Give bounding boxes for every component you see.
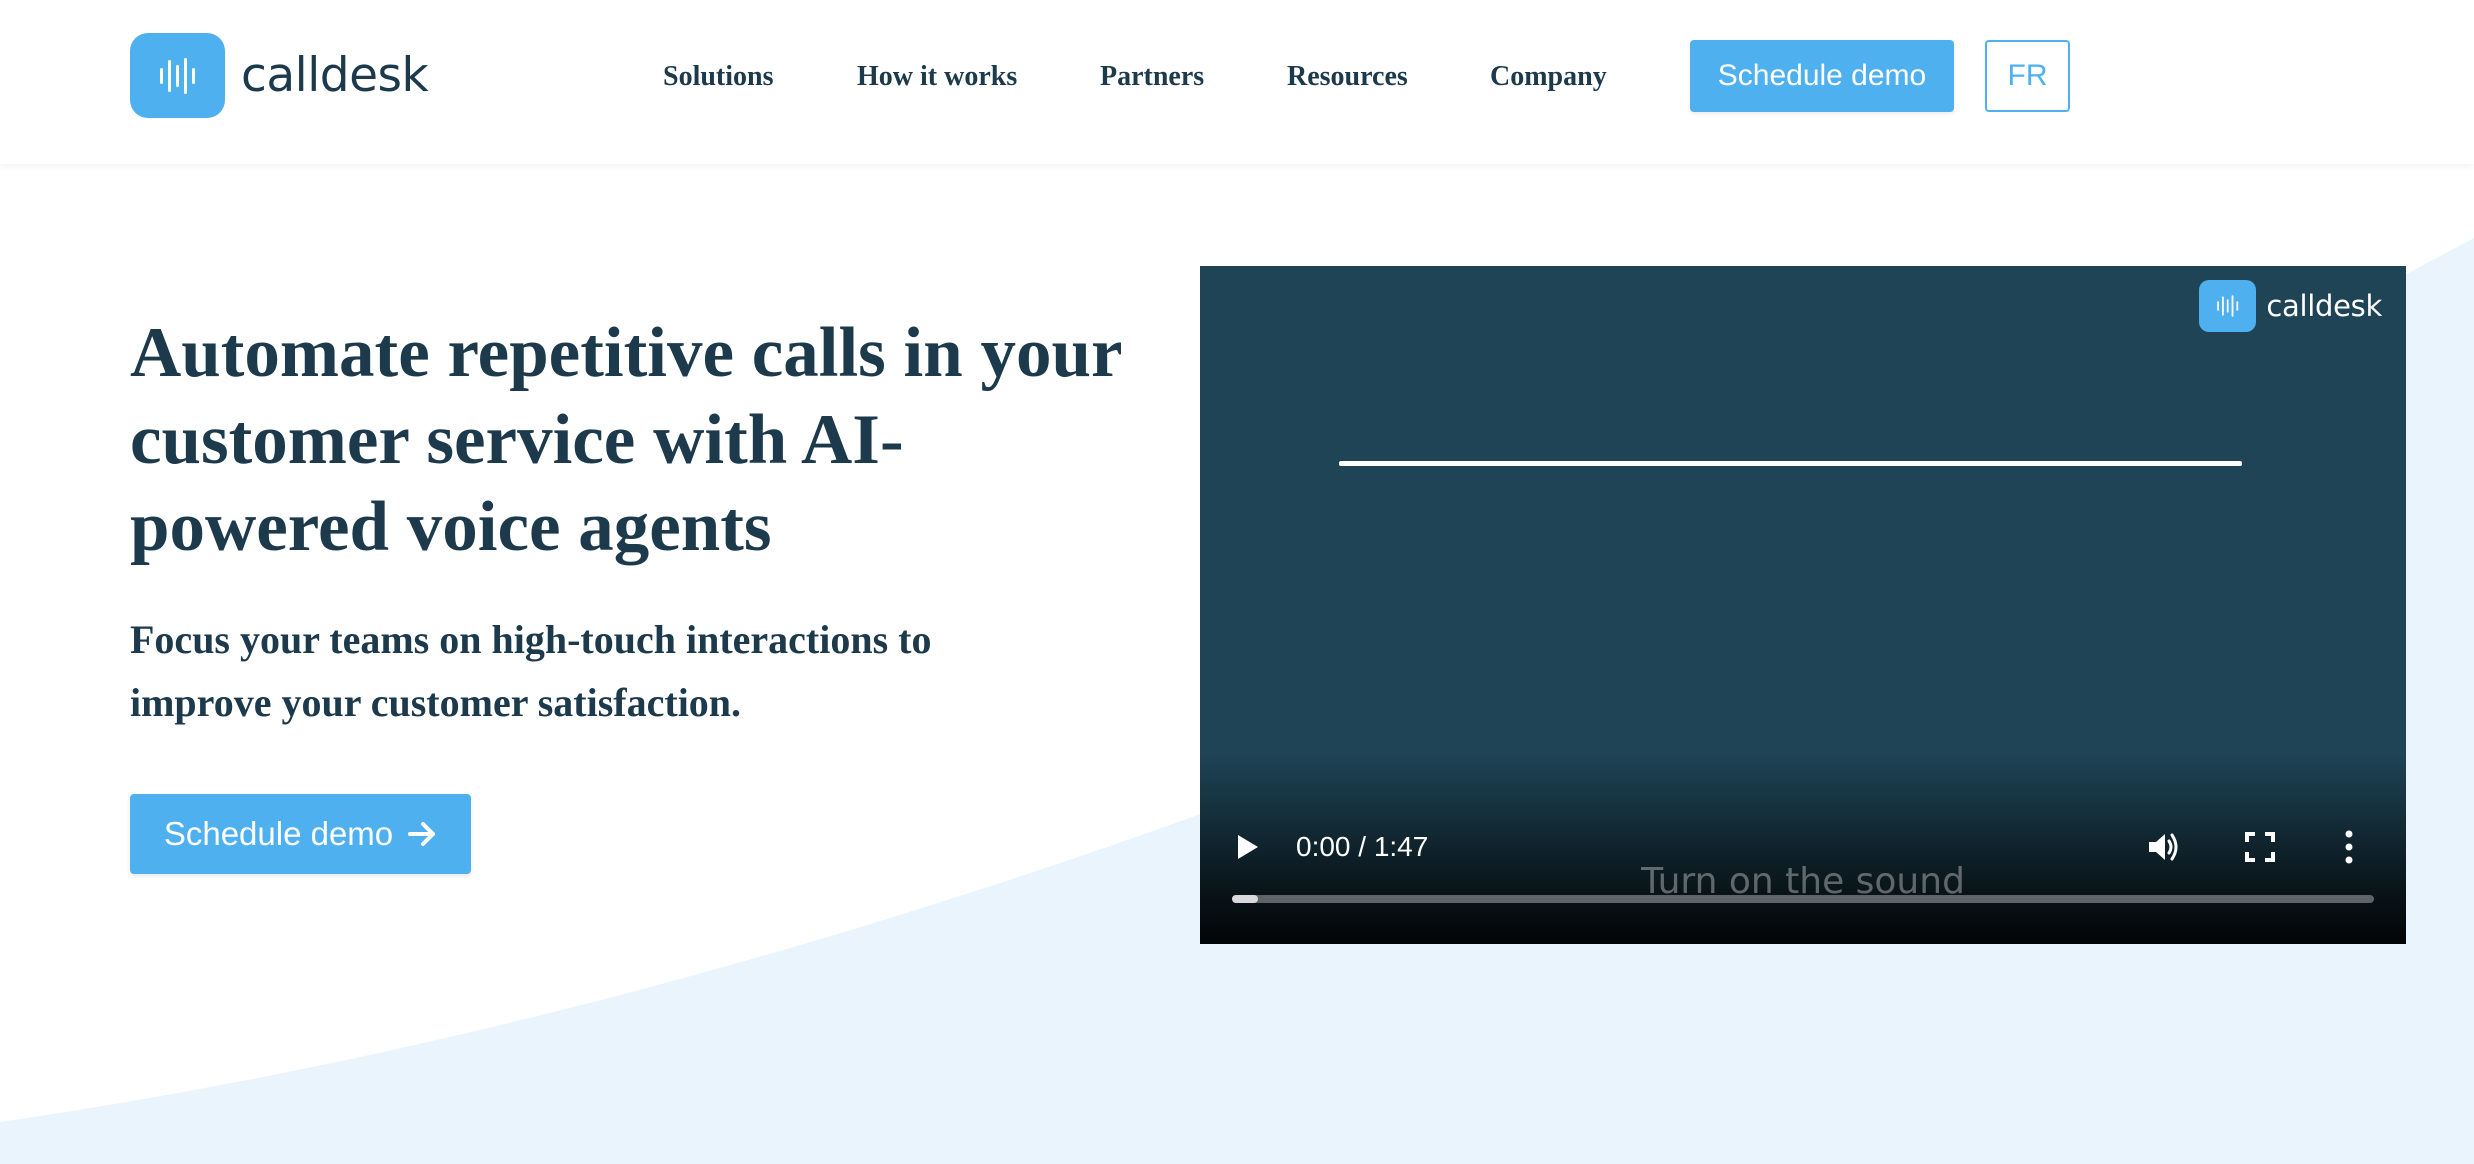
soundwave-logo-icon [130, 33, 225, 118]
audio-wave-line [1339, 461, 2242, 466]
fullscreen-icon[interactable] [2244, 831, 2276, 863]
more-options-icon[interactable] [2341, 829, 2357, 865]
video-player[interactable]: calldesk Turn on the sound 0:00 / 1:47 [1200, 266, 2406, 944]
soundwave-logo-icon [2199, 280, 2257, 332]
hero-title: Automate repetitive calls in your custom… [130, 314, 1122, 566]
play-icon[interactable] [1232, 832, 1262, 862]
nav-item-solutions[interactable]: Solutions [663, 52, 774, 102]
nav-item-partners[interactable]: Partners [1100, 52, 1204, 102]
hero-subtitle: Focus your teams on high-touch interacti… [130, 617, 932, 725]
video-progress-fill [1232, 895, 1259, 903]
video-logo-wordmark: calldesk [2266, 289, 2382, 323]
hero-cta-label: Schedule demo [163, 815, 394, 852]
arrow-right-icon [408, 822, 436, 846]
volume-icon[interactable] [2146, 829, 2182, 865]
logo-wordmark: calldesk [241, 48, 429, 103]
video-progress-bar[interactable] [1232, 895, 2374, 903]
nav-item-resources[interactable]: Resources [1287, 52, 1408, 102]
calldesk-logo[interactable]: calldesk [130, 33, 429, 118]
site-header: calldesk Solutions How it works Partners… [0, 0, 2474, 164]
video-logo: calldesk [2199, 280, 2382, 332]
hero-schedule-demo-button[interactable]: Schedule demo [130, 794, 471, 874]
video-time: 0:00 / 1:47 [1296, 831, 1429, 862]
schedule-demo-button[interactable]: Schedule demo [1690, 40, 1954, 112]
nav-item-company[interactable]: Company [1490, 52, 1607, 102]
language-switch-button[interactable]: FR [1985, 40, 2070, 112]
nav-item-how-it-works[interactable]: How it works [857, 52, 1017, 102]
